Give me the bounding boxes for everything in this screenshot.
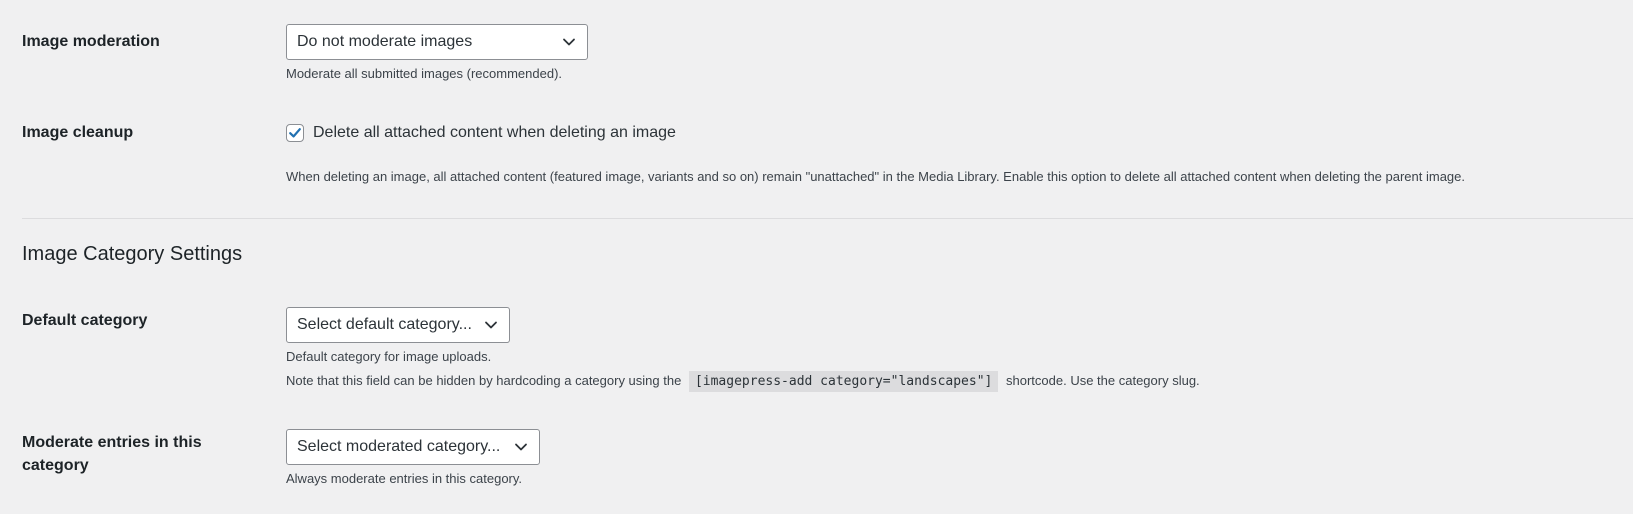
image-moderation-description: Moderate all submitted images (recommend…: [286, 66, 563, 81]
moderated-category-label: Moderate entries in this category: [22, 434, 202, 474]
image-cleanup-field: Delete all attached content when deletin…: [286, 122, 1633, 187]
settings-page: Image moderation Do not moderate images …: [0, 0, 1633, 514]
default-category-description: Default category for image uploads.: [286, 349, 492, 364]
image-moderation-selected-value: Do not moderate images: [297, 33, 473, 50]
chevron-down-icon: [563, 38, 575, 46]
default-category-note: Note that this field can be hidden by ha…: [286, 371, 1633, 392]
image-moderation-select[interactable]: Do not moderate images: [286, 24, 588, 60]
moderated-category-selected-value: Select moderated category...: [297, 438, 501, 455]
default-category-selected-value: Select default category...: [297, 316, 472, 333]
image-moderation-label: Image moderation: [22, 33, 160, 50]
image-cleanup-checkbox-row[interactable]: Delete all attached content when deletin…: [286, 122, 1633, 144]
section-divider: [22, 218, 1633, 219]
image-cleanup-checkbox[interactable]: [286, 124, 304, 142]
moderated-category-field: Select moderated category... Always mode…: [286, 429, 1633, 489]
moderated-category-select[interactable]: Select moderated category...: [286, 429, 540, 465]
image-cleanup-description: When deleting an image, all attached con…: [286, 169, 1466, 184]
checkmark-icon: [289, 128, 301, 138]
default-category-label: Default category: [22, 312, 148, 329]
shortcode-example: [imagepress-add category="landscapes"]: [688, 371, 999, 392]
default-category-note-before: Note that this field can be hidden by ha…: [286, 373, 682, 388]
chevron-down-icon: [485, 321, 497, 329]
image-cleanup-checkbox-label: Delete all attached content when deletin…: [313, 124, 676, 141]
image-cleanup-label: Image cleanup: [22, 124, 134, 141]
moderated-category-description: Always moderate entries in this category…: [286, 471, 523, 486]
default-category-note-after: shortcode. Use the category slug.: [1006, 373, 1200, 388]
chevron-down-icon: [515, 443, 527, 451]
section-title: Image Category Settings: [22, 243, 243, 265]
default-category-select[interactable]: Select default category...: [286, 307, 510, 343]
default-category-field: Select default category... Default categ…: [286, 307, 1633, 392]
image-moderation-field: Do not moderate images Moderate all subm…: [286, 24, 1633, 84]
